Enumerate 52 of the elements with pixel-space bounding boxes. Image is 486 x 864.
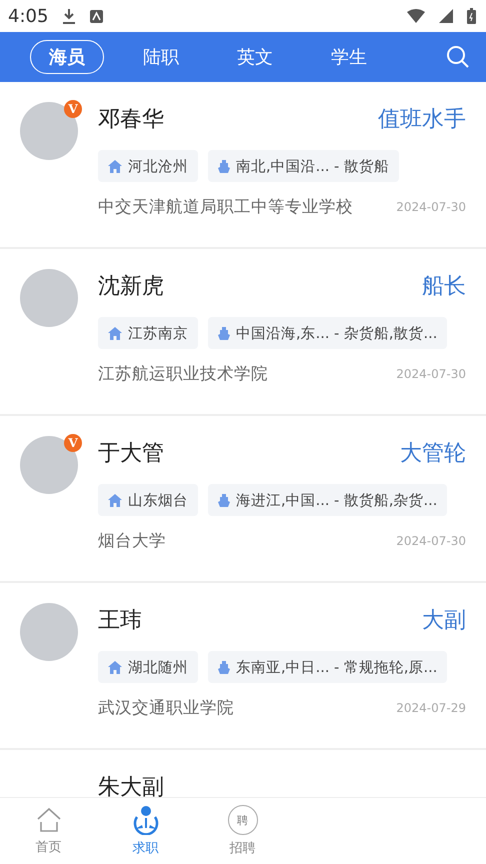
ship-icon: [218, 660, 230, 674]
home-icon: [108, 494, 122, 506]
category-tab[interactable]: 陆职: [124, 40, 198, 74]
wifi-icon: [407, 9, 425, 23]
signal-icon: [439, 9, 453, 23]
search-icon[interactable]: [446, 45, 470, 69]
home-icon: [34, 806, 62, 834]
post-date: 2024-07-29: [396, 701, 466, 715]
post-date: 2024-07-30: [396, 534, 466, 548]
route-tag: 东南亚,中日... - 常规拖轮,原...: [208, 651, 448, 683]
seafarer-name: 朱大副: [98, 774, 164, 797]
hire-badge-icon: 聘: [228, 805, 258, 835]
school-name: 烟台大学: [98, 530, 166, 552]
notification-icon: [90, 10, 104, 22]
location-tag: 山东烟台: [98, 484, 198, 516]
location-tag: 湖北随州: [98, 651, 198, 683]
school-name: 武汉交通职业学院: [98, 697, 234, 719]
position-title: 大管轮: [400, 440, 466, 468]
post-date: 2024-07-30: [396, 200, 466, 214]
route-tag: 海进江,中国... - 散货船,杂货...: [208, 484, 448, 516]
location-tag: 江苏南京: [98, 317, 198, 349]
position-title: 大副: [422, 607, 466, 635]
home-icon: [108, 160, 122, 172]
verified-badge: V: [64, 100, 82, 118]
download-icon: [62, 8, 76, 24]
ship-icon: [218, 160, 230, 172]
seafarer-name: 邓春华: [98, 106, 164, 134]
bottom-nav-item[interactable]: 聘 招聘: [194, 798, 291, 864]
post-date: 2024-07-30: [396, 367, 466, 381]
people-network-icon: [130, 805, 160, 835]
position-title: 值班水手: [378, 106, 466, 134]
school-name: 江苏航运职业技术学院: [98, 363, 268, 385]
location-tag: 河北沧州: [98, 150, 198, 182]
battery-icon: [467, 8, 476, 24]
route-tag: 南北,中国沿... - 散货船: [208, 150, 399, 182]
seafarer-name: 王玮: [98, 607, 142, 635]
home-icon: [108, 326, 122, 340]
position-title: 船长: [422, 273, 466, 301]
bottom-nav-item[interactable]: 求职: [97, 798, 194, 864]
ship-icon: [218, 326, 230, 340]
category-tab[interactable]: 学生: [312, 40, 386, 74]
bottom-nav-item[interactable]: 首页: [0, 798, 97, 864]
school-name: 中交天津航道局职工中等专业学校: [98, 196, 353, 218]
seafarer-name: 于大管: [98, 440, 164, 468]
ship-icon: [218, 494, 230, 506]
home-icon: [108, 660, 122, 674]
status-time: 4:05: [8, 6, 48, 26]
category-tab[interactable]: 海员: [30, 40, 104, 74]
verified-badge: V: [64, 434, 82, 452]
category-tab[interactable]: 英文: [218, 40, 292, 74]
route-tag: 中国沿海,东... - 杂货船,散货...: [208, 317, 448, 349]
seafarer-name: 沈新虎: [98, 273, 164, 301]
